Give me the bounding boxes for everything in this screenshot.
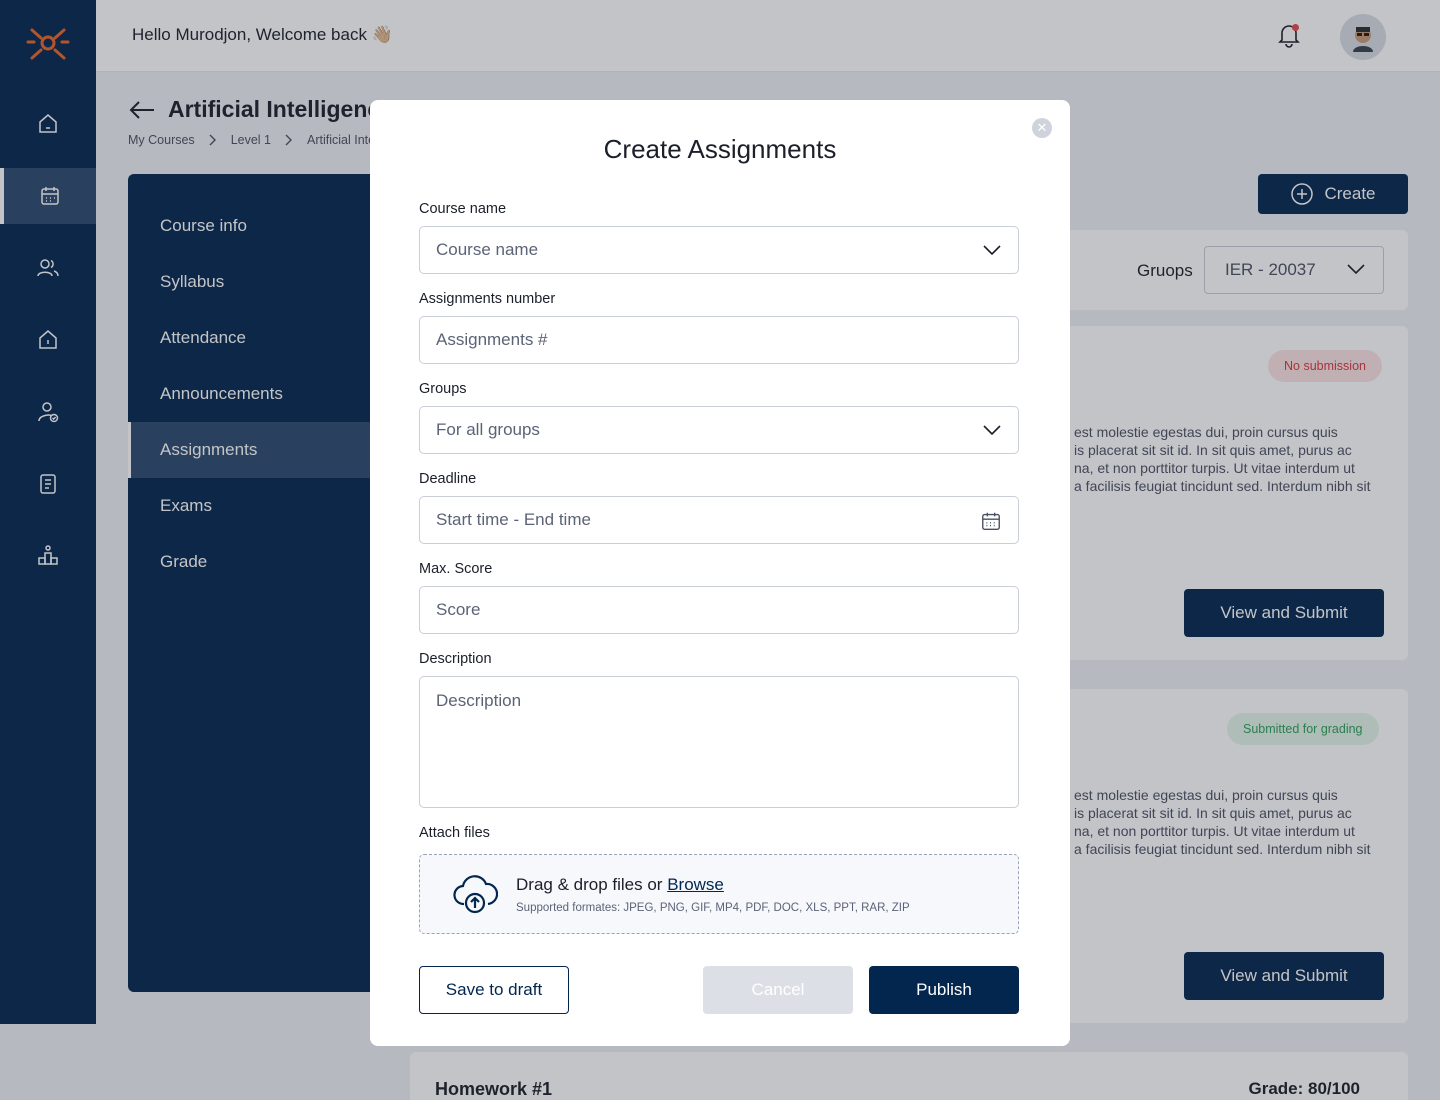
save-to-draft-button[interactable]: Save to draft [419,966,569,1014]
supported-formats-text: Supported formates: JPEG, PNG, GIF, MP4,… [516,902,910,914]
deadline-placeholder: Start time - End time [436,510,591,529]
description-label: Description [419,651,492,667]
description-placeholder: Description [436,691,522,710]
chevron-down-icon [983,425,1001,436]
dropzone-text: Drag & drop files or Browse [516,875,724,895]
create-assignment-modal: ✕ Create Assignments Course name Course … [370,100,1070,1046]
course-name-select[interactable]: Course name [419,226,1019,274]
groups-label: Groups [419,381,467,397]
groups-select[interactable]: For all groups [419,406,1019,454]
max-score-input[interactable]: Score [419,586,1019,634]
chevron-down-icon [983,245,1001,256]
file-dropzone[interactable]: Drag & drop files or Browse Supported fo… [419,854,1019,934]
deadline-input[interactable]: Start time - End time [419,496,1019,544]
description-textarea[interactable]: Description [419,676,1019,808]
assignment-number-input[interactable]: Assignments # [419,316,1019,364]
attach-files-label: Attach files [419,825,490,841]
modal-title: Create Assignments [603,134,837,164]
browse-link[interactable]: Browse [667,875,724,894]
assignment-number-label: Assignments number [419,291,556,307]
cancel-button[interactable]: Cancel [703,966,853,1014]
groups-value: For all groups [436,420,540,439]
calendar-icon[interactable] [980,510,1002,532]
max-score-label: Max. Score [419,561,493,577]
course-name-label: Course name [419,201,507,217]
course-name-placeholder: Course name [436,240,539,259]
dropzone-main-text: Drag & drop files or [516,875,663,894]
max-score-placeholder: Score [436,600,481,619]
deadline-label: Deadline [419,471,477,487]
publish-button[interactable]: Publish [869,966,1019,1014]
cloud-upload-icon [453,875,498,914]
assignment-number-placeholder: Assignments # [436,330,548,349]
